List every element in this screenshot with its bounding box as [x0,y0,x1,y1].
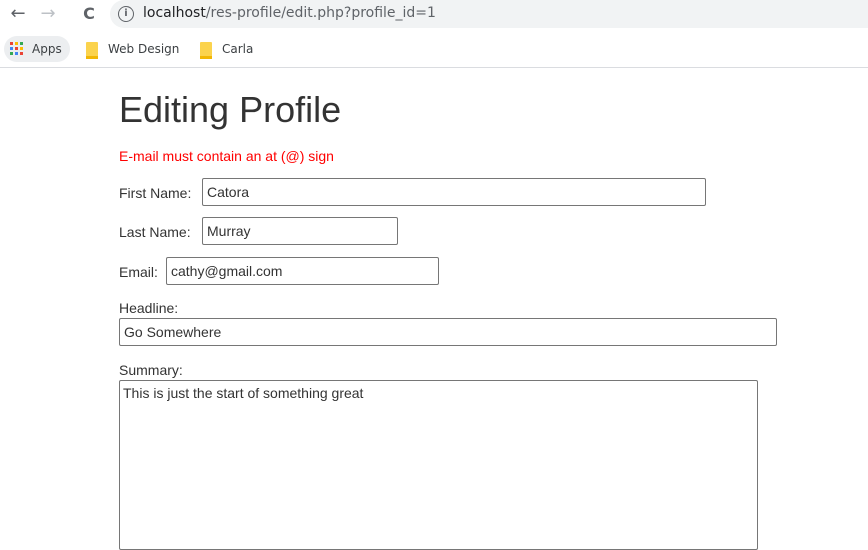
apps-grid-icon [10,42,24,56]
bookmark-label: Carla [222,42,254,56]
bookmark-web-design[interactable]: Web Design [86,35,179,63]
address-bar[interactable]: i localhost/res-profile/edit.php?profile… [110,0,868,28]
apps-dot [15,47,18,50]
apps-dot [20,42,23,45]
back-arrow-icon[interactable]: ← [6,2,30,26]
bookmark-label: Web Design [108,42,180,56]
first-name-input[interactable]: Catora [202,178,706,206]
page-content: Editing Profile E-mail must contain an a… [0,68,868,550]
browser-chrome: ← → C i localhost/res-profile/edit.php?p… [0,0,868,68]
summary-label: Summary: [119,362,183,378]
bookmark-label: Apps [32,42,62,56]
error-message: E-mail must contain an at (@) sign [119,148,334,164]
apps-dot [10,42,13,45]
folder-icon [200,41,212,59]
apps-dot [15,42,18,45]
email-label: Email: [119,264,158,280]
url-host: localhost [143,5,206,21]
reload-icon[interactable]: C [77,2,101,26]
bookmarks-bar: Apps Web Design Carla [0,35,868,63]
navigation-bar: ← → C i localhost/res-profile/edit.php?p… [0,0,868,28]
apps-dot [10,47,13,50]
first-name-label: First Name: [119,185,192,201]
apps-dot [20,47,23,50]
apps-dot [20,52,23,55]
forward-arrow-icon[interactable]: → [36,2,60,26]
url-path: /res-profile/edit.php?profile_id=1 [205,5,436,21]
bookmark-carla[interactable]: Carla [200,35,253,63]
site-info-icon[interactable]: i [118,6,134,22]
last-name-input[interactable]: Murray [202,217,398,245]
bookmark-apps[interactable]: Apps [4,36,70,62]
last-name-label: Last Name: [119,224,191,240]
email-input[interactable]: cathy@gmail.com [166,257,439,285]
headline-label: Headline: [119,300,179,316]
headline-input[interactable]: Go Somewhere [119,318,777,346]
folder-icon [86,41,98,59]
summary-textarea[interactable]: This is just the start of something grea… [119,380,758,550]
url-text[interactable]: localhost/res-profile/edit.php?profile_i… [143,5,436,21]
apps-dot [10,52,13,55]
page-title: Editing Profile [119,89,342,130]
apps-dot [15,52,18,55]
